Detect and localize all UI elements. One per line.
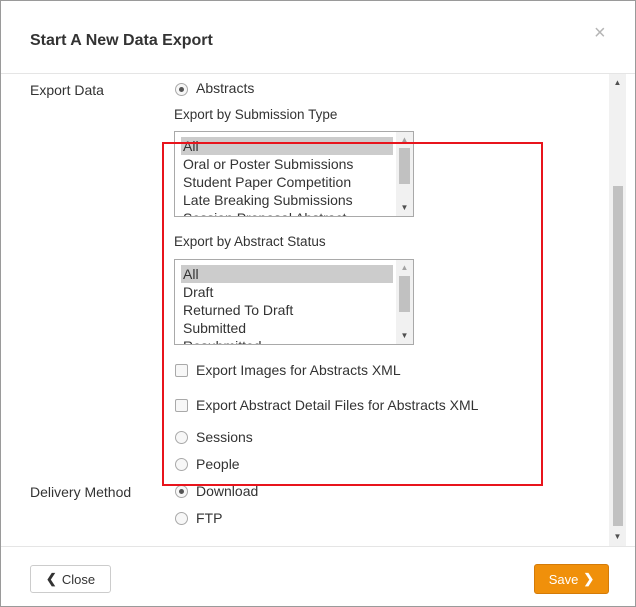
- delivery-method-label: Delivery Method: [30, 484, 132, 500]
- export-modal: Start A New Data Export × Export Data Ab…: [0, 0, 636, 607]
- radio-abstracts[interactable]: [175, 83, 188, 96]
- scroll-down-icon[interactable]: ▼: [396, 330, 413, 342]
- radio-sessions[interactable]: [175, 431, 188, 444]
- submission-type-label: Export by Submission Type: [174, 107, 338, 122]
- abstract-status-listbox[interactable]: All Draft Returned To Draft Submitted Re…: [174, 259, 414, 345]
- modal-scrollbar[interactable]: ▲ ▼: [609, 74, 626, 546]
- save-button[interactable]: Save ❯: [534, 564, 609, 594]
- scroll-up-icon[interactable]: ▲: [609, 76, 626, 90]
- scroll-thumb[interactable]: [613, 186, 623, 526]
- modal-body: Export Data Abstracts Export by Submissi…: [1, 74, 621, 546]
- submission-type-listbox[interactable]: All Oral or Poster Submissions Student P…: [174, 131, 414, 217]
- chevron-right-icon: ❯: [583, 571, 595, 586]
- scroll-thumb[interactable]: [399, 148, 410, 184]
- list-item[interactable]: All: [181, 137, 393, 155]
- scroll-down-icon[interactable]: ▼: [396, 202, 413, 214]
- modal-header: Start A New Data Export ×: [1, 1, 635, 74]
- radio-abstracts-label: Abstracts: [196, 80, 255, 96]
- list-item[interactable]: Oral or Poster Submissions: [181, 155, 393, 173]
- list-item[interactable]: All: [181, 265, 393, 283]
- export-detail-files-checkbox[interactable]: [175, 399, 188, 412]
- chevron-left-icon: ❮: [45, 571, 57, 586]
- close-icon[interactable]: ×: [594, 23, 606, 43]
- list-item[interactable]: Draft: [181, 283, 393, 301]
- scroll-down-icon[interactable]: ▼: [609, 530, 626, 544]
- radio-ftp[interactable]: [175, 512, 188, 525]
- radio-people[interactable]: [175, 458, 188, 471]
- list-item[interactable]: Session Proposal Abstract: [181, 209, 393, 216]
- listbox-scrollbar[interactable]: ▲ ▼: [396, 260, 413, 344]
- modal-title: Start A New Data Export: [30, 32, 213, 49]
- radio-ftp-label: FTP: [196, 510, 223, 526]
- radio-download-label: Download: [196, 483, 259, 499]
- save-button-label: Save: [548, 571, 579, 587]
- radio-people-label: People: [196, 456, 240, 472]
- list-item[interactable]: Submitted: [181, 319, 393, 337]
- scroll-up-icon[interactable]: ▲: [396, 134, 413, 146]
- export-data-label: Export Data: [30, 82, 104, 98]
- list-item[interactable]: Returned To Draft: [181, 301, 393, 319]
- scroll-up-icon[interactable]: ▲: [396, 262, 413, 274]
- scroll-thumb[interactable]: [399, 276, 410, 312]
- list-item[interactable]: Resubmitted: [181, 337, 393, 344]
- export-images-label: Export Images for Abstracts XML: [196, 362, 401, 378]
- list-item[interactable]: Late Breaking Submissions: [181, 191, 393, 209]
- modal-footer: ❮ Close Save ❯: [1, 546, 635, 606]
- listbox-scrollbar[interactable]: ▲ ▼: [396, 132, 413, 216]
- radio-sessions-label: Sessions: [196, 429, 253, 445]
- radio-download[interactable]: [175, 485, 188, 498]
- export-detail-files-label: Export Abstract Detail Files for Abstrac…: [196, 397, 479, 413]
- close-button-label: Close: [61, 571, 96, 587]
- export-images-checkbox[interactable]: [175, 364, 188, 377]
- close-button[interactable]: ❮ Close: [30, 565, 111, 593]
- abstract-status-label: Export by Abstract Status: [174, 234, 326, 249]
- list-item[interactable]: Student Paper Competition: [181, 173, 393, 191]
